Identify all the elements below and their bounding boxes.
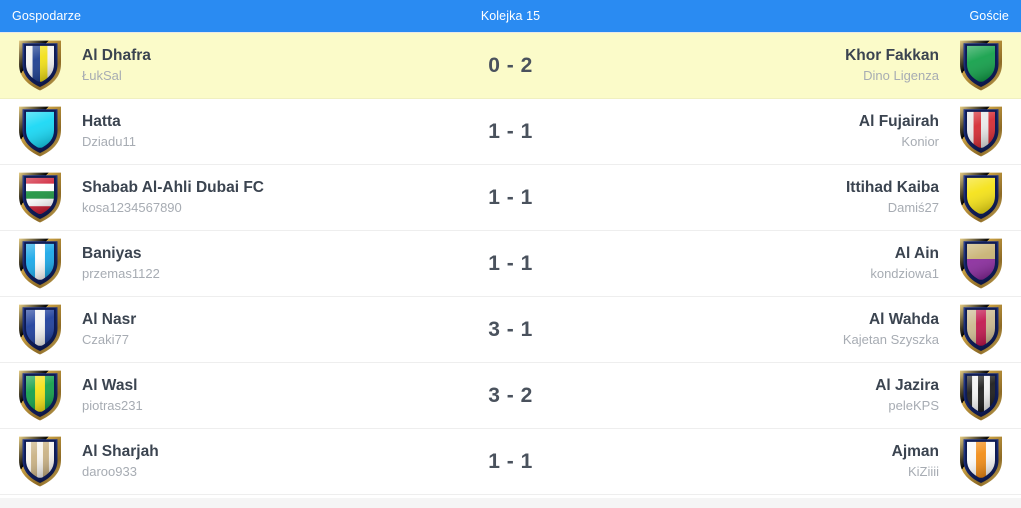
match-score[interactable]: 1 - 1 [451,120,571,144]
shield-badge-al-wahda [953,302,1009,358]
shield-badge-al-jazira [953,368,1009,424]
shield-badge-shabab-al-ahli [12,170,68,226]
match-row[interactable]: Hatta Dziadu11 1 - 1 Al Fujairah Konior [0,99,1021,165]
away-team-name: Khor Fakkan [845,47,939,65]
match-score[interactable]: 1 - 1 [451,186,571,210]
away-team-name: Al Ain [894,245,939,263]
home-team: Al Dhafra ŁukSal [68,46,451,85]
home-team: Shabab Al-Ahli Dubai FC kosa1234567890 [68,178,451,217]
shield-badge-al-sharjah [12,434,68,490]
home-team-manager: ŁukSal [82,68,122,84]
home-team-manager: przemas1122 [82,266,160,282]
away-team: Ajman KiZiiii [571,442,954,481]
home-team: Hatta Dziadu11 [68,112,451,151]
header-home-label: Gospodarze [12,9,82,23]
shield-badge-baniyas [12,236,68,292]
header-round-label: Kolejka 15 [480,9,541,23]
away-team: Al Ain kondziowa1 [571,244,954,283]
away-team-name: Ajman [891,443,939,461]
match-score[interactable]: 1 - 1 [451,450,571,474]
away-team: Al Fujairah Konior [571,112,954,151]
away-team-name: Ittihad Kaiba [845,179,939,197]
page-footer-spacer [0,498,1021,508]
shield-badge-al-dhafra [12,38,68,94]
home-team-name: Baniyas [82,245,142,263]
shield-badge-ajman [953,434,1009,490]
match-row[interactable]: Al Sharjah daroo933 1 - 1 Ajman KiZiiii [0,429,1021,495]
match-row[interactable]: Al Dhafra ŁukSal 0 - 2 Khor Fakkan Dino Lige… [0,33,1021,99]
match-row[interactable]: Baniyas przemas1122 1 - 1 Al Ain kondziowa1 [0,231,1021,297]
away-team-manager: kondziowa1 [870,266,939,282]
match-score[interactable]: 3 - 1 [451,318,571,342]
shield-badge-al-wasl [12,368,68,424]
home-team-name: Al Dhafra [82,47,151,65]
away-team: Ittihad Kaiba Damiś27 [571,178,954,217]
away-team-name: Al Jazira [875,377,939,395]
match-score[interactable]: 1 - 1 [451,252,571,276]
home-team: Al Wasl piotras231 [68,376,451,415]
away-team-manager: Konior [901,134,939,150]
match-list: Al Dhafra ŁukSal 0 - 2 Khor Fakkan Dino Lige… [0,32,1021,498]
home-team-manager: kosa1234567890 [82,200,182,216]
away-team-name: Al Fujairah [858,113,939,131]
match-results-page: Gospodarze Kolejka 15 Goście Al Dhafra Ł… [0,0,1021,508]
home-team: Baniyas przemas1122 [68,244,451,283]
match-row[interactable]: Al Wasl piotras231 3 - 2 Al Jazira peleKPS [0,363,1021,429]
home-team-name: Hatta [82,113,121,131]
home-team-manager: Dziadu11 [82,134,136,150]
table-header-bar: Gospodarze Kolejka 15 Goście [0,0,1021,32]
away-team-manager: KiZiiii [907,464,939,480]
away-team-manager: Dino Ligenza [863,68,939,84]
shield-badge-al-fujairah [953,104,1009,160]
away-team-manager: peleKPS [888,398,939,414]
shield-badge-hatta [12,104,68,160]
away-team-manager: Kajetan Szyszka [842,332,939,348]
match-score[interactable]: 0 - 2 [451,54,571,78]
match-score[interactable]: 3 - 2 [451,384,571,408]
match-row[interactable]: Al Nasr Czaki77 3 - 1 Al Wahda Kajetan Szysz… [0,297,1021,363]
home-team-manager: daroo933 [82,464,137,480]
header-away-label: Goście [969,9,1009,23]
away-team: Al Wahda Kajetan Szyszka [571,310,954,349]
home-team: Al Sharjah daroo933 [68,442,451,481]
shield-badge-al-ain [953,236,1009,292]
home-team-name: Al Nasr [82,311,137,329]
away-team: Khor Fakkan Dino Ligenza [571,46,954,85]
shield-badge-ittihad-kaiba [953,170,1009,226]
shield-badge-al-nasr [12,302,68,358]
away-team: Al Jazira peleKPS [571,376,954,415]
home-team-manager: Czaki77 [82,332,129,348]
home-team: Al Nasr Czaki77 [68,310,451,349]
shield-badge-khor-fakkan [953,38,1009,94]
away-team-name: Al Wahda [868,311,939,329]
home-team-manager: piotras231 [82,398,143,414]
home-team-name: Al Wasl [82,377,138,395]
home-team-name: Al Sharjah [82,443,159,461]
home-team-name: Shabab Al-Ahli Dubai FC [82,179,264,197]
match-row[interactable]: Shabab Al-Ahli Dubai FC kosa1234567890 1 -… [0,165,1021,231]
away-team-manager: Damiś27 [887,200,939,216]
